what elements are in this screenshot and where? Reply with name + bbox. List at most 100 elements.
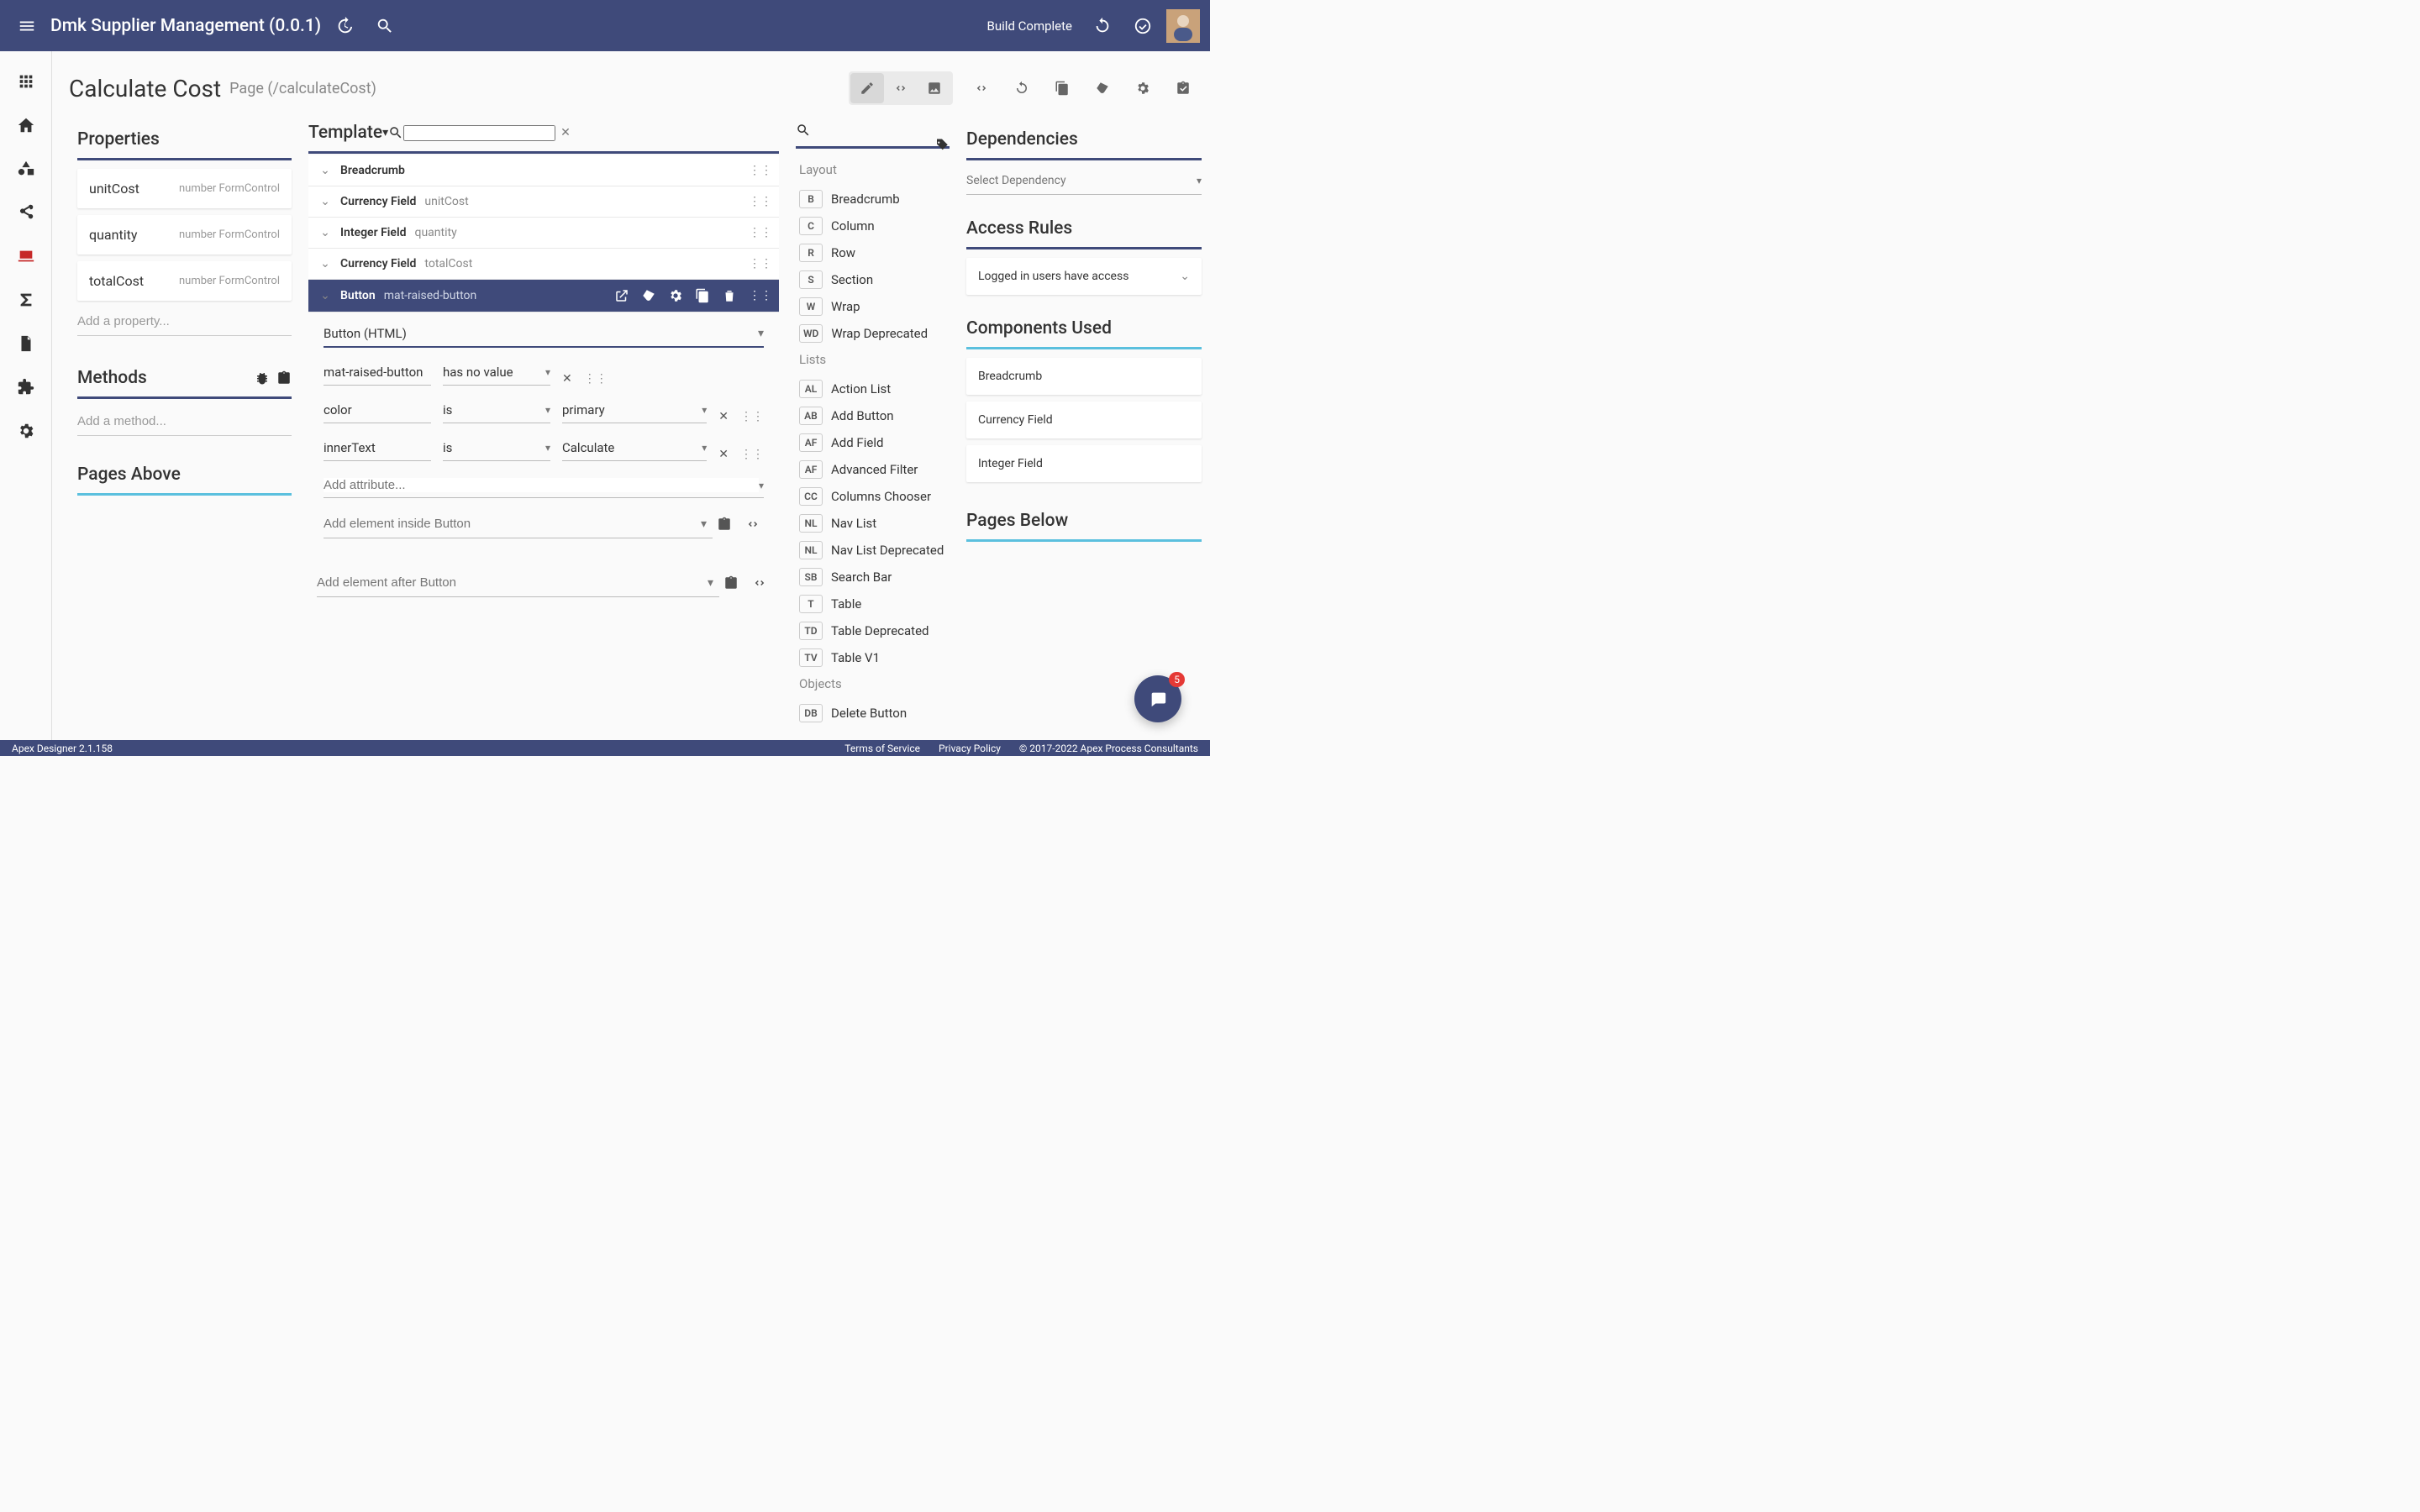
- laptop-icon[interactable]: [16, 246, 36, 266]
- palette-item[interactable]: SBSearch Bar: [796, 564, 950, 591]
- attr-op[interactable]: has no value▾: [443, 360, 550, 386]
- home-icon[interactable]: [16, 115, 36, 135]
- attr-key[interactable]: color: [324, 397, 431, 423]
- attr-value[interactable]: primary▾: [562, 397, 707, 423]
- attr-op[interactable]: is▾: [443, 435, 550, 461]
- dropdown-icon[interactable]: ▾: [759, 480, 764, 491]
- open-icon[interactable]: [614, 288, 629, 303]
- add-method-input[interactable]: [77, 407, 292, 436]
- history-icon[interactable]: [328, 9, 361, 43]
- palette-item[interactable]: NLNav List Deprecated: [796, 537, 950, 564]
- code-icon[interactable]: [965, 73, 998, 103]
- style-icon[interactable]: [641, 288, 656, 303]
- edit-mode-icon[interactable]: [850, 73, 884, 103]
- remove-icon[interactable]: ✕: [562, 372, 572, 386]
- apps-icon[interactable]: [16, 71, 36, 92]
- expand-icon[interactable]: ⌄: [315, 289, 335, 302]
- share-icon[interactable]: [16, 202, 36, 223]
- copy-icon[interactable]: [695, 288, 710, 303]
- dropdown-icon[interactable]: ▾: [708, 576, 713, 590]
- sync-icon[interactable]: [1005, 73, 1039, 103]
- palette-item[interactable]: WWrap: [796, 293, 950, 320]
- element-type-select[interactable]: Button (HTML) ▾: [324, 321, 764, 348]
- settings-icon[interactable]: [1126, 73, 1160, 103]
- attr-key[interactable]: innerText: [324, 435, 431, 461]
- attr-op[interactable]: is▾: [443, 397, 550, 423]
- palette-item[interactable]: CColumn: [796, 213, 950, 239]
- attr-value[interactable]: Calculate▾: [562, 435, 707, 461]
- gear-icon[interactable]: [668, 288, 683, 303]
- code-icon[interactable]: [745, 517, 764, 532]
- expand-icon[interactable]: ⌄: [315, 257, 335, 270]
- user-avatar[interactable]: [1166, 9, 1200, 43]
- palette-item[interactable]: WDWrap Deprecated: [796, 320, 950, 347]
- expand-icon[interactable]: ⌄: [315, 195, 335, 208]
- palette-item[interactable]: NLNav List: [796, 510, 950, 537]
- add-inside-input[interactable]: [324, 510, 713, 538]
- drag-icon[interactable]: ⋮⋮: [584, 372, 608, 386]
- search-icon[interactable]: [368, 9, 402, 43]
- drag-icon[interactable]: ⋮⋮: [749, 257, 772, 270]
- template-row[interactable]: ⌄Breadcrumb⋮⋮: [308, 155, 779, 186]
- palette-item[interactable]: AFAdd Field: [796, 429, 950, 456]
- template-row-selected[interactable]: ⌄ Button mat-raised-button ⋮⋮: [308, 280, 779, 312]
- copy-icon[interactable]: [1045, 73, 1079, 103]
- palette-item[interactable]: SSection: [796, 266, 950, 293]
- style-icon[interactable]: [1086, 73, 1119, 103]
- palette-item[interactable]: DBDelete Button: [796, 700, 950, 727]
- delete-icon[interactable]: [722, 288, 737, 303]
- access-rule-card[interactable]: Logged in users have access ⌄: [966, 258, 1202, 295]
- property-card[interactable]: quantitynumber FormControl: [77, 215, 292, 255]
- attr-key[interactable]: mat-raised-button: [324, 360, 431, 386]
- clipboard-check-icon[interactable]: [1166, 73, 1200, 103]
- palette-item[interactable]: ABAdd Button: [796, 402, 950, 429]
- add-attribute-input[interactable]: [324, 478, 759, 492]
- tag-icon[interactable]: [934, 138, 950, 153]
- tos-link[interactable]: Terms of Service: [844, 743, 920, 754]
- check-circle-icon[interactable]: [1126, 9, 1160, 43]
- chevron-down-icon[interactable]: ▾: [382, 126, 388, 139]
- component-card[interactable]: Breadcrumb: [966, 358, 1202, 395]
- template-search-input[interactable]: [403, 125, 555, 141]
- puzzle-icon[interactable]: [16, 377, 36, 397]
- gear-icon[interactable]: [16, 421, 36, 441]
- drag-icon[interactable]: ⋮⋮: [749, 289, 772, 302]
- image-mode-icon[interactable]: [918, 73, 951, 103]
- palette-item[interactable]: TDTable Deprecated: [796, 617, 950, 644]
- add-property-input[interactable]: [77, 307, 292, 336]
- template-search-icon[interactable]: [388, 125, 403, 140]
- bug-icon[interactable]: [255, 370, 270, 386]
- property-card[interactable]: totalCostnumber FormControl: [77, 261, 292, 301]
- code-mode-icon[interactable]: [884, 73, 918, 103]
- drag-icon[interactable]: ⋮⋮: [740, 448, 764, 461]
- component-card[interactable]: Integer Field: [966, 445, 1202, 482]
- dropdown-icon[interactable]: ▾: [701, 517, 707, 531]
- palette-item[interactable]: ALAction List: [796, 375, 950, 402]
- dependency-select[interactable]: Select Dependency ▾: [966, 169, 1202, 195]
- drag-icon[interactable]: ⋮⋮: [749, 164, 772, 177]
- file-icon[interactable]: [16, 333, 36, 354]
- template-row[interactable]: ⌄Currency FieldunitCost⋮⋮: [308, 186, 779, 218]
- drag-icon[interactable]: ⋮⋮: [749, 195, 772, 208]
- chat-fab[interactable]: 5: [1134, 675, 1181, 722]
- palette-item[interactable]: BBreadcrumb: [796, 186, 950, 213]
- shapes-icon[interactable]: [16, 159, 36, 179]
- palette-item[interactable]: TTable: [796, 591, 950, 617]
- code-icon[interactable]: [752, 575, 771, 591]
- remove-icon[interactable]: ✕: [718, 448, 729, 461]
- sigma-icon[interactable]: [16, 290, 36, 310]
- drag-icon[interactable]: ⋮⋮: [740, 410, 764, 423]
- clear-icon[interactable]: ✕: [555, 126, 576, 139]
- search-icon[interactable]: [796, 123, 950, 138]
- expand-icon[interactable]: ⌄: [315, 226, 335, 239]
- property-card[interactable]: unitCostnumber FormControl: [77, 169, 292, 208]
- paste-icon[interactable]: [276, 370, 292, 386]
- palette-item[interactable]: AFAdvanced Filter: [796, 456, 950, 483]
- paste-icon[interactable]: [723, 575, 742, 591]
- palette-item[interactable]: TVTable V1: [796, 644, 950, 671]
- drag-icon[interactable]: ⋮⋮: [749, 226, 772, 239]
- hamburger-menu[interactable]: [10, 9, 44, 43]
- expand-icon[interactable]: ⌄: [315, 164, 335, 177]
- refresh-icon[interactable]: [1086, 9, 1119, 43]
- remove-icon[interactable]: ✕: [718, 410, 729, 423]
